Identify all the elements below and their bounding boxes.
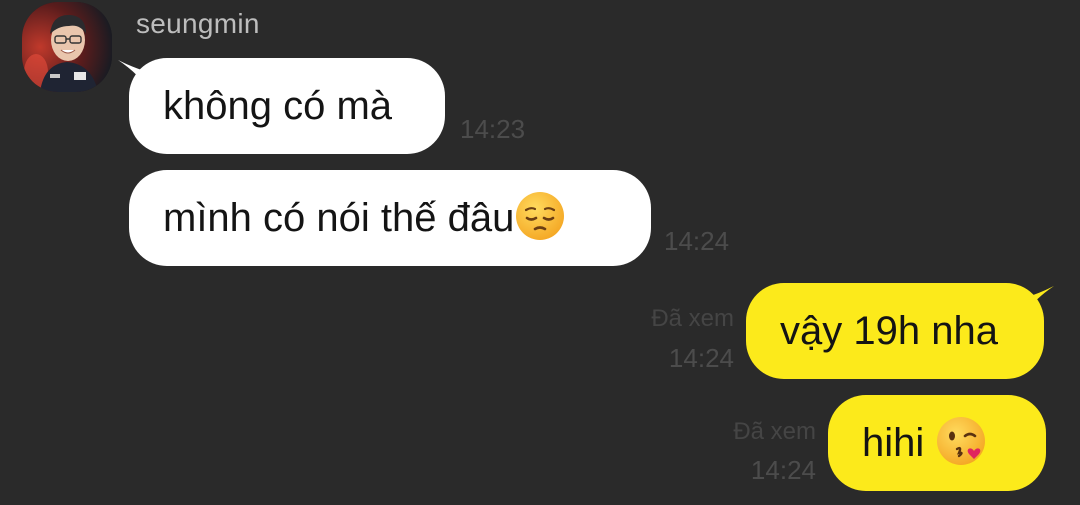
pensive-face-icon xyxy=(516,192,565,241)
seen-status: Đã xem xyxy=(733,418,816,445)
message-bubble-outgoing[interactable]: hihi xyxy=(828,395,1046,491)
message-text: không có mà xyxy=(163,84,393,128)
message-bubble-incoming[interactable]: không có mà xyxy=(129,58,445,154)
chat-window: seungmin không có mà 14:23 mình có nói t… xyxy=(0,0,1080,505)
message-text: hihi xyxy=(862,421,925,465)
message-timestamp: 14:23 xyxy=(460,114,526,144)
face-blowing-kiss-icon xyxy=(937,417,986,466)
message-bubble-outgoing[interactable]: vậy 19h nha xyxy=(746,283,1044,379)
message-text: mình có nói thế đâu xyxy=(163,196,515,240)
seen-status: Đã xem xyxy=(651,305,734,332)
avatar[interactable] xyxy=(22,2,112,92)
message-timestamp: 14:24 xyxy=(664,226,730,256)
message-timestamp: 14:24 xyxy=(750,455,816,485)
message-timestamp: 14:24 xyxy=(668,343,734,373)
profile-photo-icon xyxy=(22,2,112,92)
sender-name: seungmin xyxy=(136,8,260,39)
message-bubble-incoming[interactable]: mình có nói thế đâu xyxy=(129,170,651,266)
message-text: vậy 19h nha xyxy=(780,309,998,353)
